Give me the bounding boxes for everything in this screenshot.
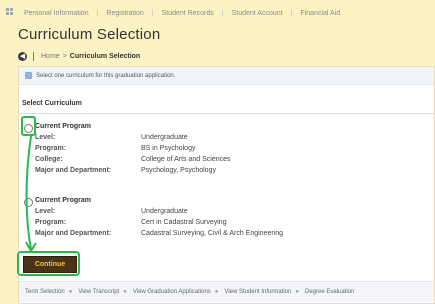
top-navigation: Personal Information | Registration | St… <box>0 6 435 20</box>
link-separator: ● <box>295 289 299 295</box>
grid-menu-icon[interactable] <box>6 8 16 18</box>
continue-button[interactable]: Continue <box>23 256 77 273</box>
bottom-links-bar: Term Selection ● View Transcript ● View … <box>19 281 434 302</box>
info-message-bar: Select one curriculum for this graduatio… <box>19 67 434 85</box>
breadcrumb: ◀ Home > Curriculum Selection <box>18 50 140 62</box>
link-view-student-information[interactable]: View Student Information <box>224 289 291 295</box>
row-value: College of Arts and Sciences <box>141 156 231 163</box>
nav-personal-information[interactable]: Personal Information <box>24 10 89 17</box>
link-term-selection[interactable]: Term Selection <box>25 289 65 295</box>
link-view-transcript[interactable]: View Transcript <box>78 289 119 295</box>
section-divider <box>19 113 434 114</box>
guide-arrow-icon <box>25 135 37 253</box>
nav-separator: | <box>221 9 224 17</box>
nav-separator: | <box>96 9 99 17</box>
row-value: Undergraduate <box>141 134 188 141</box>
breadcrumb-current: Curriculum Selection <box>69 52 141 60</box>
row-value: Undergraduate <box>141 208 188 215</box>
page-title: Curriculum Selection <box>18 26 161 43</box>
back-arrow-icon[interactable]: ◀ <box>18 51 27 61</box>
breadcrumb-separator: > <box>62 52 67 60</box>
link-separator: ● <box>214 289 219 295</box>
row-value: BS in Psychology <box>141 145 196 152</box>
breadcrumb-home-link[interactable]: Home <box>41 53 60 60</box>
link-degree-evaluation[interactable]: Degree Evaluation <box>305 289 354 295</box>
link-separator: ● <box>68 289 73 295</box>
nav-financial-aid[interactable]: Financial Aid <box>300 10 340 17</box>
link-separator: ● <box>123 289 127 295</box>
row-value: Cert in Cadastral Surveying <box>141 219 227 226</box>
nav-separator: | <box>290 9 293 17</box>
row-value: Cadastral Surveying, Civil & Arch Engine… <box>141 230 284 237</box>
nav-student-account[interactable]: Student Account <box>232 10 283 17</box>
row-value: Psychology, Psychology <box>141 167 216 174</box>
breadcrumb-divider <box>33 51 34 61</box>
link-view-graduation-applications[interactable]: View Graduation Applications <box>133 289 211 295</box>
nav-registration[interactable]: Registration <box>106 10 143 17</box>
nav-separator: | <box>151 9 154 17</box>
curriculum-panel: Select one curriculum for this graduatio… <box>17 66 435 304</box>
nav-student-records[interactable]: Student Records <box>162 10 214 17</box>
